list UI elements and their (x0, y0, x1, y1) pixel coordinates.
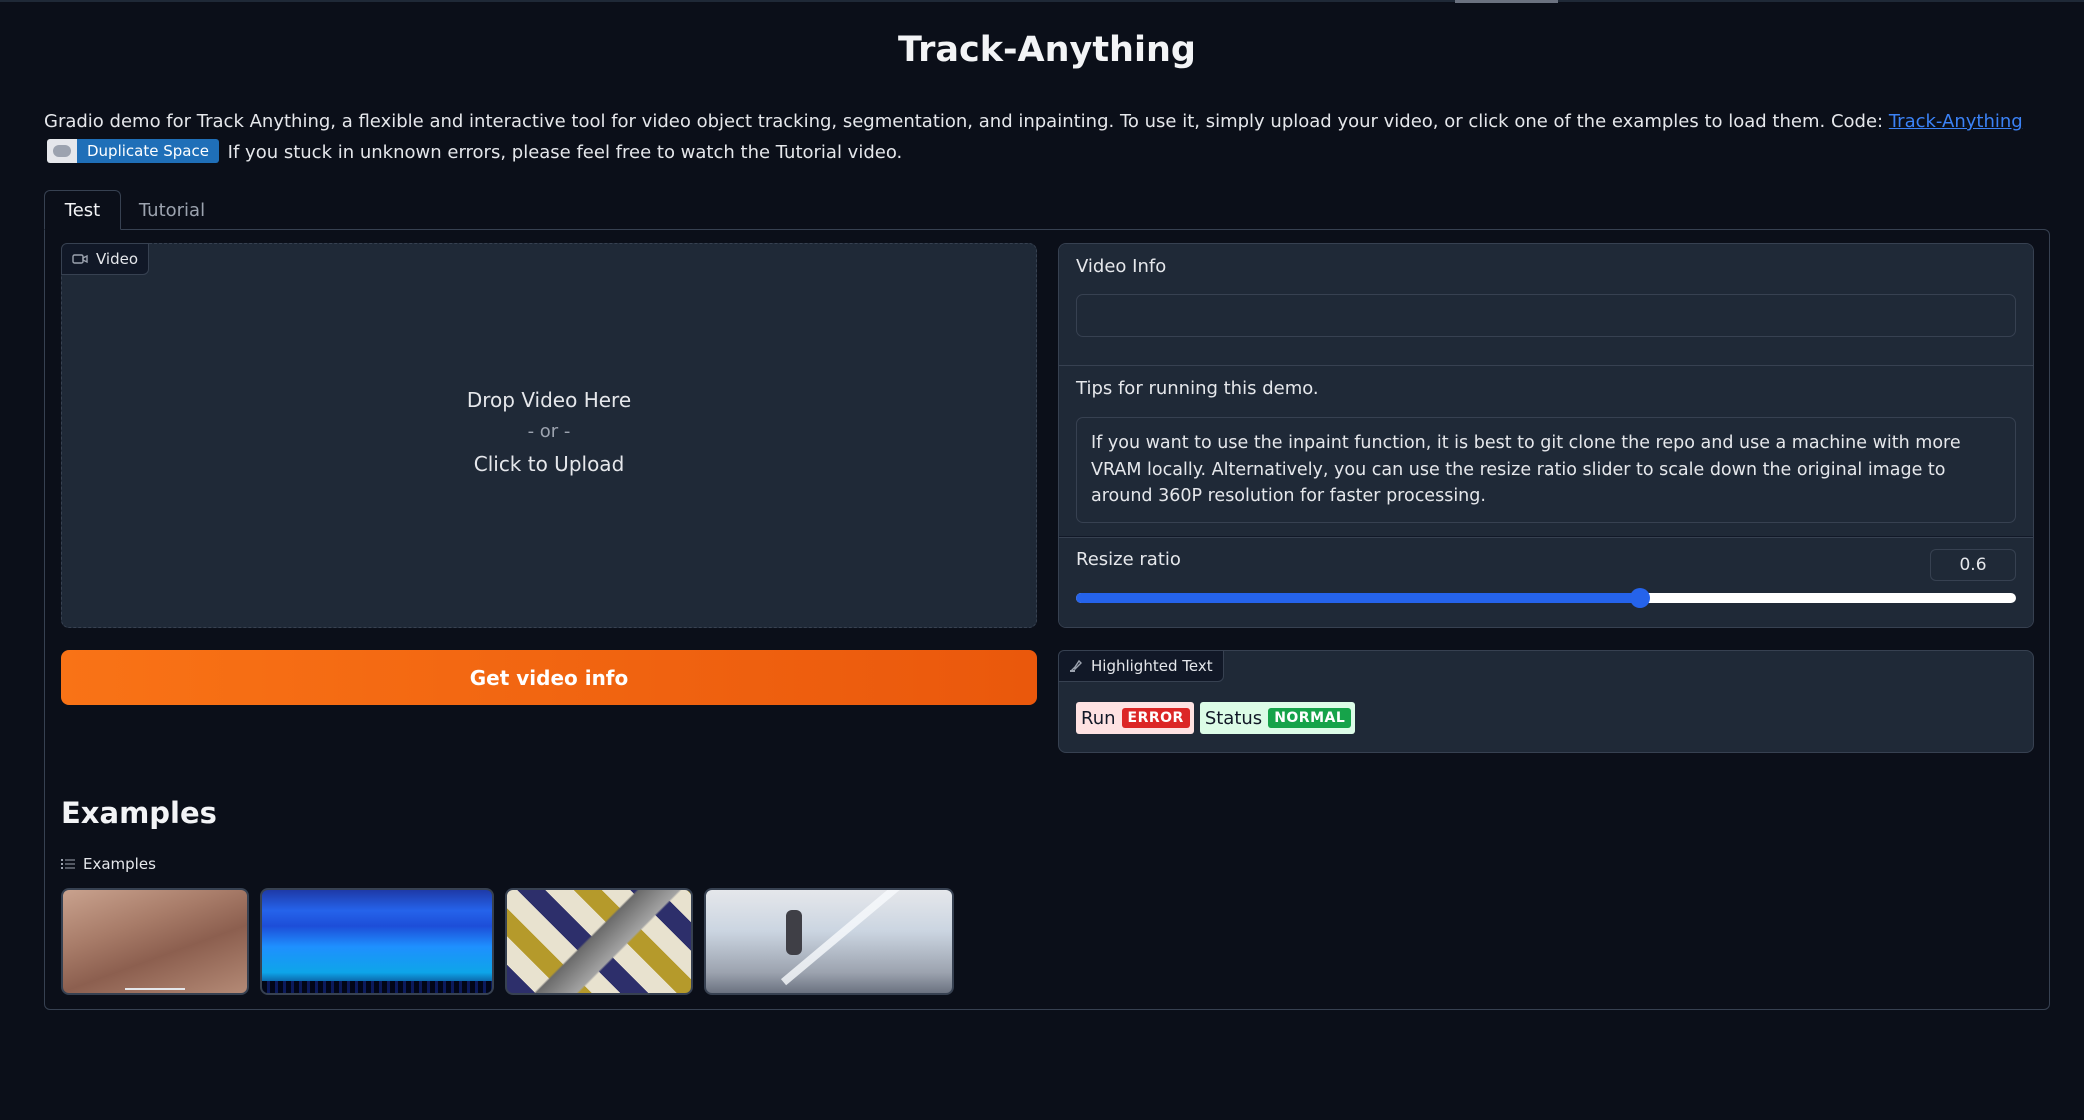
video-info-label: Video Info (1076, 256, 1167, 277)
tab-test[interactable]: Test (44, 190, 121, 230)
highlight-icon (1070, 659, 1082, 672)
code-link[interactable]: Track-Anything (1889, 111, 2023, 132)
description-prefix: Gradio demo for Track Anything, a flexib… (44, 111, 1889, 132)
duplicate-space-badge[interactable]: Duplicate Space (47, 139, 219, 163)
tips-section: Tips for running this demo. If you want … (1059, 366, 2033, 536)
tips-label: Tips for running this demo. (1076, 378, 1319, 399)
drop-text: Drop Video Here (466, 388, 632, 412)
resize-ratio-label: Resize ratio (1076, 549, 1181, 570)
example-thumbnail-4[interactable] (704, 888, 954, 995)
app-description: Gradio demo for Track Anything, a flexib… (44, 106, 2034, 168)
highlighted-text-panel: Highlighted Text Run ERROR Status NORMAL (1058, 650, 2034, 753)
token-status-tag: NORMAL (1268, 708, 1352, 728)
slider-thumb[interactable] (1630, 588, 1650, 608)
top-bar (0, 0, 2084, 2)
video-icon (72, 254, 88, 264)
drop-zone[interactable]: Drop Video Here - or - Click to Upload (62, 384, 1036, 480)
example-thumbnail-2[interactable] (260, 888, 494, 995)
example-thumbnail-1[interactable] (61, 888, 249, 995)
highlighted-text-label: Highlighted Text (1091, 657, 1213, 675)
resize-ratio-number-input[interactable]: 0.6 (1930, 549, 2016, 581)
tips-text: If you want to use the inpaint function,… (1091, 433, 1961, 506)
tab-bar: Test Tutorial (44, 190, 2050, 230)
video-label-text: Video (96, 250, 139, 268)
page-title: Track-Anything (898, 30, 1196, 70)
video-info-section: Video Info (1059, 244, 2033, 365)
tab-tutorial[interactable]: Tutorial (127, 190, 217, 230)
top-bar-indicator (1455, 0, 1558, 3)
video-info-field[interactable] (1076, 294, 2016, 337)
resize-ratio-section: Resize ratio (1059, 537, 2033, 627)
token-status: Status NORMAL (1199, 702, 1356, 734)
token-status-text: Status (1204, 707, 1263, 729)
token-run: Run ERROR (1076, 702, 1194, 734)
example-thumbnail-3[interactable] (505, 888, 693, 995)
get-video-info-button[interactable]: Get video info (61, 650, 1037, 705)
video-block-label: Video (61, 243, 150, 275)
or-text: - or - (527, 421, 571, 442)
description-suffix: If you stuck in unknown errors, please f… (221, 142, 903, 163)
slider-fill (1076, 593, 1640, 603)
highlighted-text-block-label: Highlighted Text (1058, 650, 1224, 682)
tips-textbox[interactable]: If you want to use the inpaint function,… (1076, 417, 2016, 523)
toggle-icon (47, 139, 77, 163)
token-run-tag: ERROR (1121, 708, 1190, 728)
token-run-text: Run (1081, 707, 1116, 729)
video-upload-area[interactable]: Video Drop Video Here - or - Click to Up… (61, 243, 1037, 628)
upload-text: Click to Upload (473, 452, 625, 476)
examples-block-label: Examples (61, 855, 156, 873)
settings-panel: Video Info Tips for running this demo. I… (1058, 243, 2034, 628)
list-icon (61, 859, 75, 869)
examples-heading: Examples (61, 796, 217, 830)
highlighted-tokens: Run ERROR Status NORMAL (1076, 702, 1356, 734)
resize-ratio-slider[interactable] (1076, 588, 2016, 608)
duplicate-space-label: Duplicate Space (77, 139, 219, 163)
examples-label-text: Examples (83, 855, 156, 873)
